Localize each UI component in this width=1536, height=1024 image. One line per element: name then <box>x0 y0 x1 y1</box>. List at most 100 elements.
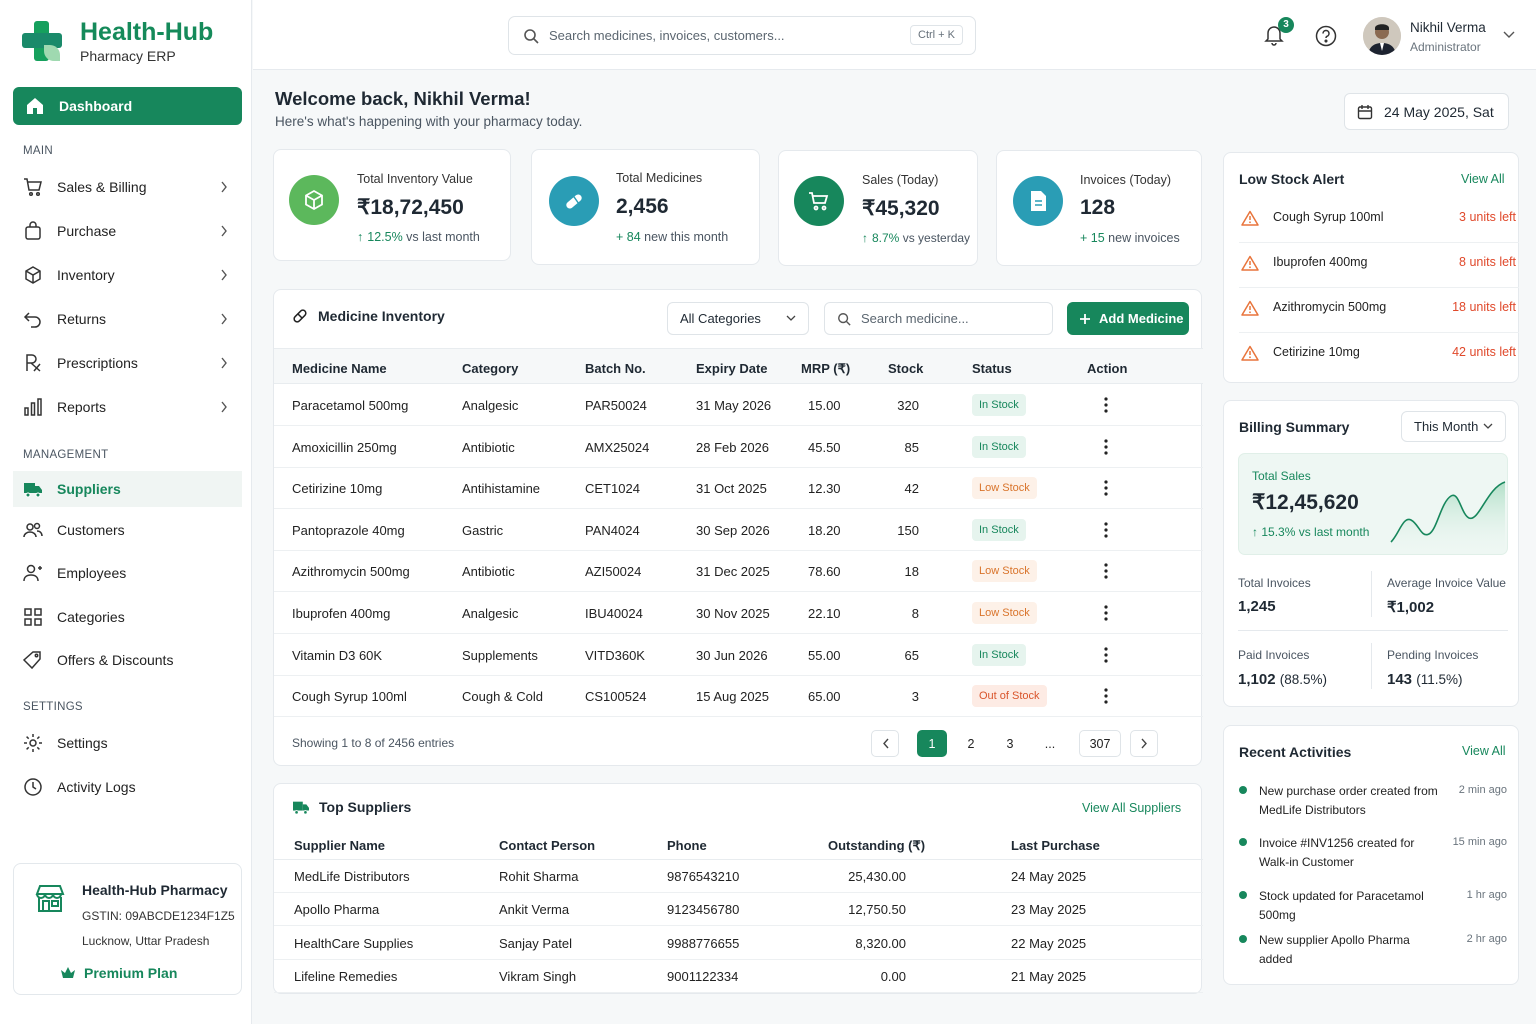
next-page-button[interactable] <box>1130 730 1158 757</box>
table-row[interactable]: Cough Syrup 100ml Cough & Cold CS100524 15 … <box>274 675 1203 718</box>
prev-page-button[interactable] <box>871 730 899 757</box>
table-row[interactable]: Amoxicillin 250mg Antibiotic AMX25024 28 Fe… <box>274 426 1203 468</box>
stat-card-total-medicines[interactable]: Total Medicines 2,456 + 84 new this mont… <box>531 149 760 265</box>
period-select[interactable]: This Month <box>1401 411 1506 442</box>
low-stock-view-all[interactable]: View All <box>1461 172 1505 186</box>
nav-label: Suppliers <box>57 481 121 497</box>
cell-contact: Sanjay Patel <box>499 935 572 951</box>
more-options-icon[interactable] <box>1103 397 1109 413</box>
brand-logo[interactable]: Health-Hub Pharmacy ERP <box>20 18 213 64</box>
stat-card-inventory-value[interactable]: Total Inventory Value ₹18,72,450 ↑ 12.5% … <box>273 149 511 261</box>
avatar[interactable] <box>1363 17 1401 55</box>
activity-dot <box>1239 935 1247 943</box>
cell-stock: 150 <box>897 522 919 538</box>
status-badge: In Stock <box>972 394 1026 416</box>
table-row[interactable]: Paracetamol 500mg Analgesic PAR50024 31 May… <box>274 384 1203 426</box>
page-last-button[interactable]: 307 <box>1079 730 1121 757</box>
chevron-right-icon <box>221 401 227 413</box>
premium-plan[interactable]: Premium Plan <box>60 965 177 981</box>
more-options-icon[interactable] <box>1103 522 1109 538</box>
low-stock-item[interactable]: Azithromycin 500mg 18 units left <box>1239 288 1519 333</box>
help-icon[interactable] <box>1315 25 1337 47</box>
more-options-icon[interactable] <box>1103 646 1109 663</box>
medicine-search-input[interactable]: Search medicine... <box>824 302 1053 335</box>
column-header[interactable]: Phone <box>667 838 707 853</box>
column-header[interactable]: Stock <box>888 361 923 376</box>
view-all-suppliers-link[interactable]: View All Suppliers <box>1082 801 1181 815</box>
truck-icon <box>24 483 42 498</box>
stat-card-invoices-today[interactable]: Invoices (Today) 128 + 15 new invoices <box>996 150 1202 266</box>
nav-activity-logs[interactable]: Activity Logs <box>13 770 242 804</box>
column-header[interactable]: Contact Person <box>499 838 595 853</box>
more-options-icon[interactable] <box>1103 563 1109 579</box>
category-select[interactable]: All Categories <box>667 302 809 335</box>
table-row[interactable]: Azithromycin 500mg Antibiotic AZI50024 31 D… <box>274 550 1203 593</box>
section-main-label: MAIN <box>23 145 53 157</box>
date-picker[interactable]: 24 May 2025, Sat <box>1344 93 1509 130</box>
more-options-icon[interactable] <box>1103 438 1109 455</box>
supplier-row[interactable]: HealthCare Supplies Sanjay Patel 998877665… <box>274 927 1203 960</box>
stat-delta-text: new invoices <box>1104 231 1180 245</box>
more-options-icon[interactable] <box>1103 688 1109 704</box>
nav-categories[interactable]: Categories <box>13 600 242 634</box>
column-header[interactable]: Action <box>1087 361 1127 376</box>
nav-prescriptions[interactable]: Prescriptions <box>13 346 242 380</box>
avg-invoice-value: ₹1,002 <box>1387 599 1435 616</box>
supplier-row[interactable]: MedLife Distributors Rohit Sharma 98765432… <box>274 860 1203 893</box>
low-stock-item[interactable]: Cough Syrup 100ml 3 units left <box>1239 198 1519 243</box>
more-options-icon[interactable] <box>1103 480 1109 496</box>
column-header[interactable]: Category <box>462 361 518 376</box>
low-stock-item[interactable]: Ibuprofen 400mg 8 units left <box>1239 243 1519 288</box>
low-stock-item[interactable]: Cetirizine 10mg 42 units left <box>1239 333 1519 378</box>
stat-value: ₹45,320 <box>862 197 940 220</box>
column-header[interactable]: Expiry Date <box>696 361 768 376</box>
table-row[interactable]: Vitamin D3 60K Supplements VITD360K 30 Jun … <box>274 634 1203 676</box>
column-header[interactable]: Batch No. <box>585 361 646 376</box>
cell-stock: 65 <box>904 647 919 663</box>
nav-dashboard[interactable]: Dashboard <box>13 87 242 125</box>
stat-delta-text: vs last month <box>402 230 480 244</box>
low-stock-panel: Low Stock Alert View All Cough Syrup 100… <box>1223 152 1519 383</box>
nav-inventory[interactable]: Inventory <box>13 258 242 292</box>
supplier-row[interactable]: Lifeline Remedies Vikram Singh 9001122334 0… <box>274 960 1203 993</box>
nav-sales-billing[interactable]: Sales & Billing <box>13 170 242 204</box>
nav-employees[interactable]: Employees <box>13 556 242 590</box>
activity-text: New supplier Apollo Pharma added <box>1259 933 1410 966</box>
arrow-up-icon: ↑ <box>862 231 868 245</box>
nav-returns[interactable]: Returns <box>13 302 242 336</box>
column-header[interactable]: Supplier Name <box>294 838 385 853</box>
cell-mrp: 65.00 <box>808 689 841 705</box>
page-1-button[interactable]: 1 <box>917 730 947 757</box>
nav-settings[interactable]: Settings <box>13 726 242 760</box>
stat-card-sales-today[interactable]: Sales (Today) ₹45,320 ↑ 8.7% vs yesterday <box>778 150 978 266</box>
more-options-icon[interactable] <box>1103 605 1109 621</box>
table-row[interactable]: Pantoprazole 40mg Gastric PAN4024 30 Sep 20… <box>274 509 1203 551</box>
warning-icon <box>1241 255 1259 271</box>
status-badge: Low Stock <box>972 560 1037 583</box>
supplier-row[interactable]: Apollo Pharma Ankit Verma 9123456780 12,750… <box>274 893 1203 927</box>
stat-delta: + 84 <box>616 230 641 244</box>
activities-view-all[interactable]: View All <box>1462 744 1506 758</box>
return-icon <box>23 312 41 328</box>
cell-category: Antihistamine <box>462 481 541 497</box>
chevron-down-icon[interactable] <box>1503 31 1515 39</box>
global-search[interactable]: Search medicines, invoices, customers...… <box>508 16 976 55</box>
nav-customers[interactable]: Customers <box>13 513 242 547</box>
page-3-button[interactable]: 3 <box>996 730 1024 757</box>
nav-purchase[interactable]: Purchase <box>13 214 242 248</box>
column-header[interactable]: Outstanding (₹) <box>828 838 925 854</box>
column-header[interactable]: Medicine Name <box>292 361 387 376</box>
status-badge: Out of Stock <box>972 685 1047 708</box>
column-header[interactable]: MRP (₹) <box>801 361 850 377</box>
add-medicine-button[interactable]: Add Medicine <box>1067 302 1189 335</box>
cart-icon <box>24 178 42 197</box>
nav-reports[interactable]: Reports <box>13 390 242 424</box>
table-row[interactable]: Cetirizine 10mg Antihistamine CET1024 31 Oc… <box>274 467 1203 510</box>
table-row[interactable]: Ibuprofen 400mg Analgesic IBU40024 30 Nov 2… <box>274 592 1203 634</box>
column-header[interactable]: Status <box>972 361 1012 376</box>
shortcut-hint: Ctrl + K <box>910 25 963 45</box>
nav-offers[interactable]: Offers & Discounts <box>13 643 242 677</box>
column-header[interactable]: Last Purchase <box>1011 838 1100 853</box>
page-2-button[interactable]: 2 <box>957 730 985 757</box>
nav-suppliers[interactable]: Suppliers <box>13 471 242 507</box>
